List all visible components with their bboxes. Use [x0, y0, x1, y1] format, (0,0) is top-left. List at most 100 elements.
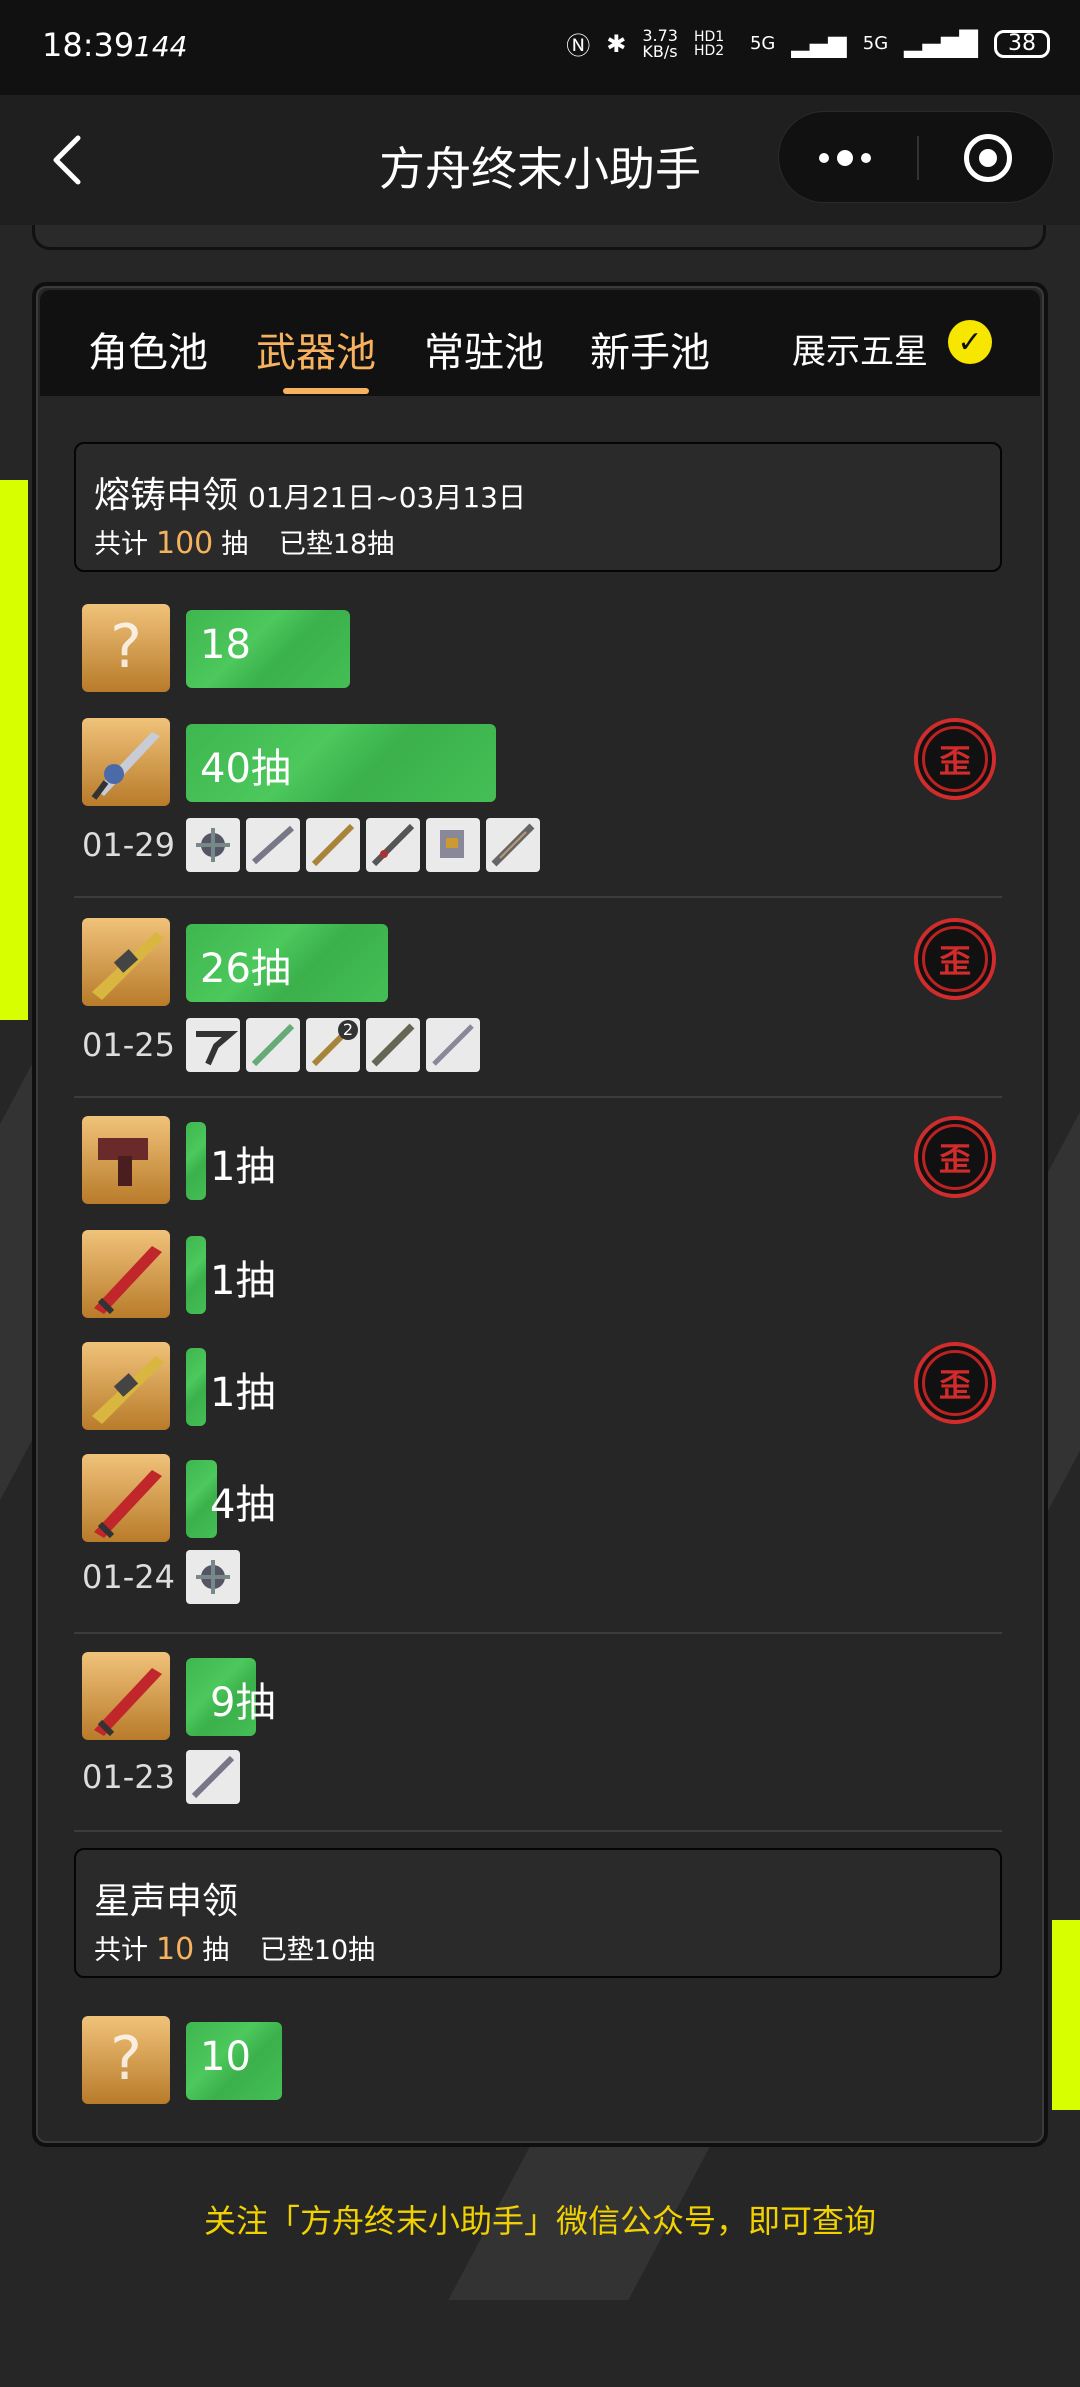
pool-name: 熔铸申领 — [94, 475, 239, 516]
signal-icon-1: 5G — [749, 33, 776, 54]
pull-count: 9抽 — [210, 1680, 276, 1726]
tab-beginner-pool[interactable]: 新手池 — [590, 320, 710, 378]
mini-program-capsule — [778, 111, 1054, 203]
nav-bar: 方舟终末小助手 — [0, 95, 1080, 225]
tab-standard-pool[interactable]: 常驻池 — [424, 320, 544, 378]
pool-total: 10 — [156, 1932, 195, 1967]
total-prefix: 共计 — [94, 1935, 148, 1966]
divider — [74, 896, 1002, 898]
close-target-icon[interactable] — [964, 134, 1012, 182]
weapon-icon — [82, 1652, 170, 1740]
pool-tabs: 角色池 武器池 常驻池 新手池 展示五星 ✓ — [40, 290, 1040, 396]
item-thumbnail[interactable] — [426, 818, 480, 872]
off-banner-badge: 歪 — [914, 918, 996, 1000]
record-date: 01-23 — [82, 1758, 175, 1796]
off-banner-badge: 歪 — [914, 1116, 996, 1198]
show-five-star-label[interactable]: 展示五星 — [792, 324, 928, 373]
pool-date-range: 01月21日~03月13日 — [248, 481, 526, 514]
pull-bar — [186, 1348, 206, 1426]
current-pity-row: ? 10 — [82, 2016, 1002, 2108]
tab-weapon-pool[interactable]: 武器池 — [256, 320, 376, 378]
signal-bars-icon: ▂▄▆ — [791, 29, 847, 58]
total-suffix: 抽 — [221, 529, 249, 560]
record-date: 01-29 — [82, 826, 175, 864]
weapon-icon — [82, 718, 170, 806]
gacha-record-card: 角色池 武器池 常驻池 新手池 展示五星 ✓ 熔铸申领 01月21日~03月13日… — [32, 282, 1048, 2147]
item-list — [186, 1550, 240, 1604]
weapon-icon — [82, 1342, 170, 1430]
pull-record-row[interactable]: 1抽 — [82, 1230, 1002, 1322]
footer-notice: 关注「方舟终末小助手」微信公众号，即可查询 — [203, 2202, 876, 2240]
item-thumbnail[interactable] — [186, 1550, 240, 1604]
pool-name: 星声申领 — [94, 1881, 239, 1922]
current-pity-row: ? 18 — [82, 604, 1002, 696]
hd-icon: HD1 HD2 — [693, 28, 725, 59]
item-thumbnail[interactable] — [186, 818, 240, 872]
nfc-icon: Ⓝ — [566, 32, 591, 60]
signal-bars-icon: ▂▄▆█ — [904, 29, 978, 58]
item-thumbnail[interactable] — [306, 818, 360, 872]
item-thumbnail[interactable] — [486, 818, 540, 872]
pull-record-row[interactable]: 4抽 — [82, 1454, 1002, 1546]
status-time: 18:39 — [42, 26, 135, 64]
item-thumbnail[interactable] — [426, 1018, 480, 1072]
pull-bar — [186, 1122, 206, 1200]
record-date: 01-24 — [82, 1558, 175, 1596]
pull-count: 1抽 — [210, 1258, 276, 1304]
item-thumbnail[interactable] — [246, 1018, 300, 1072]
pull-bar — [186, 1236, 206, 1314]
five-star-checkbox[interactable]: ✓ — [948, 320, 992, 364]
pool-summary: 星声申领 共计 10 抽 已垫10抽 — [74, 1848, 1002, 1978]
pool-summary: 熔铸申领 01月21日~03月13日 共计 100 抽 已垫18抽 — [74, 442, 1002, 572]
pull-count: 4抽 — [210, 1482, 276, 1528]
refresh-rate: 144 — [134, 30, 188, 63]
item-thumbnail[interactable] — [246, 818, 300, 872]
pool-pity: 已垫18抽 — [278, 529, 395, 560]
battery-icon: 38 — [994, 29, 1050, 58]
item-thumbnail[interactable]: 2 — [306, 1018, 360, 1072]
pull-count: 26抽 — [200, 946, 291, 992]
signal-icon-2: 5G — [862, 33, 889, 54]
item-thumbnail[interactable] — [186, 1750, 240, 1804]
tab-character-pool[interactable]: 角色池 — [88, 320, 208, 378]
divider — [74, 1632, 1002, 1634]
divider — [74, 1830, 1002, 1832]
net-unit: KB/s — [642, 41, 678, 61]
weapon-icon — [82, 1116, 170, 1204]
pull-count: 1抽 — [210, 1144, 276, 1190]
item-list — [186, 1750, 240, 1804]
weapon-icon — [82, 1454, 170, 1542]
pull-record-row[interactable]: 26抽 歪 — [82, 918, 1002, 1010]
item-thumbnail[interactable] — [366, 1018, 420, 1072]
pull-count: 40抽 — [200, 746, 291, 792]
pity-count: 18 — [200, 622, 251, 668]
divider — [74, 1096, 1002, 1098]
off-banner-badge: 歪 — [914, 718, 996, 800]
status-bar: 18:39 144 Ⓝ ✱ 3.73 KB/s HD1 HD2 5G ▂▄▆ 5… — [0, 0, 1080, 95]
item-thumbnail[interactable] — [186, 1018, 240, 1072]
weapon-icon — [82, 918, 170, 1006]
pull-record-row[interactable]: 1抽 歪 — [82, 1116, 1002, 1208]
item-thumbnail[interactable] — [366, 818, 420, 872]
pull-record-row[interactable]: 40抽 歪 — [82, 718, 1002, 810]
total-suffix: 抽 — [202, 1935, 230, 1966]
bluetooth-icon: ✱ — [606, 29, 627, 58]
active-tab-indicator — [283, 388, 369, 394]
off-banner-badge: 歪 — [914, 1342, 996, 1424]
item-list: 2 — [186, 1018, 480, 1072]
pull-count: 1抽 — [210, 1370, 276, 1416]
item-count-badge: 2 — [338, 1020, 358, 1040]
pool-total: 100 — [156, 526, 214, 561]
more-icon[interactable] — [819, 150, 871, 166]
item-list — [186, 818, 540, 872]
record-date: 01-25 — [82, 1026, 175, 1064]
unknown-item-icon: ? — [82, 604, 170, 692]
pull-record-row[interactable]: 9抽 — [82, 1652, 1002, 1744]
pull-record-row[interactable]: 1抽 歪 — [82, 1342, 1002, 1434]
pity-count: 10 — [200, 2034, 251, 2080]
previous-card-edge — [32, 225, 1046, 250]
total-prefix: 共计 — [94, 529, 148, 560]
pool-pity: 已垫10抽 — [259, 1935, 376, 1966]
weapon-icon — [82, 1230, 170, 1318]
unknown-item-icon: ? — [82, 2016, 170, 2104]
